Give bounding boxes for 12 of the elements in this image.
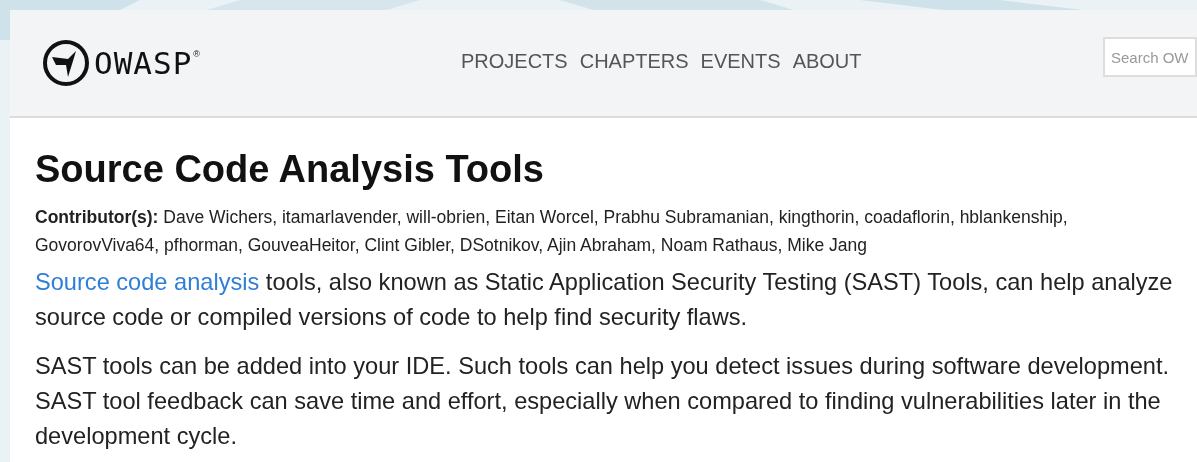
body-paragraph: Source code analysis tools, also known as Static Application Security Testing (SAST) Tools, can help analyze source code or compiled versions of code to help find security flaws. <box>35 268 1174 332</box>
contributors-text: Contributor(s): Dave Wichers, itamarlavender, will-obrien, Eitan Worcel, Prabhu Subramanian, kingthorin, coadaflorin, hblankenship, GovorovViva64, pfhorman, GouveaHeitor, Clint Gibler, DSotnikov, Ajin Abraham, Noam Rathaus, Mike Jang <box>35 206 1069 257</box>
nav-link[interactable]: CHAPTERS <box>579 49 689 73</box>
body-paragraph: SAST tools can be added into your IDE. Such tools can help you detect issues during software development. SAST tool feedback can save time and effort, especially when compared to finding vulnerabilities later in the development cycle. <box>35 352 1171 451</box>
logo-wordmark: OWASP <box>94 45 193 81</box>
nav-link[interactable]: PROJECTS <box>461 49 568 73</box>
search-field[interactable]: Search OW <box>1103 37 1197 77</box>
text-link[interactable]: Source code analysis <box>35 269 260 295</box>
registered-mark: ® <box>193 49 200 59</box>
page-title: Source Code Analysis Tools <box>35 148 545 191</box>
nav-link[interactable]: EVENTS <box>700 49 781 73</box>
nav-link[interactable]: ABOUT <box>792 49 862 73</box>
